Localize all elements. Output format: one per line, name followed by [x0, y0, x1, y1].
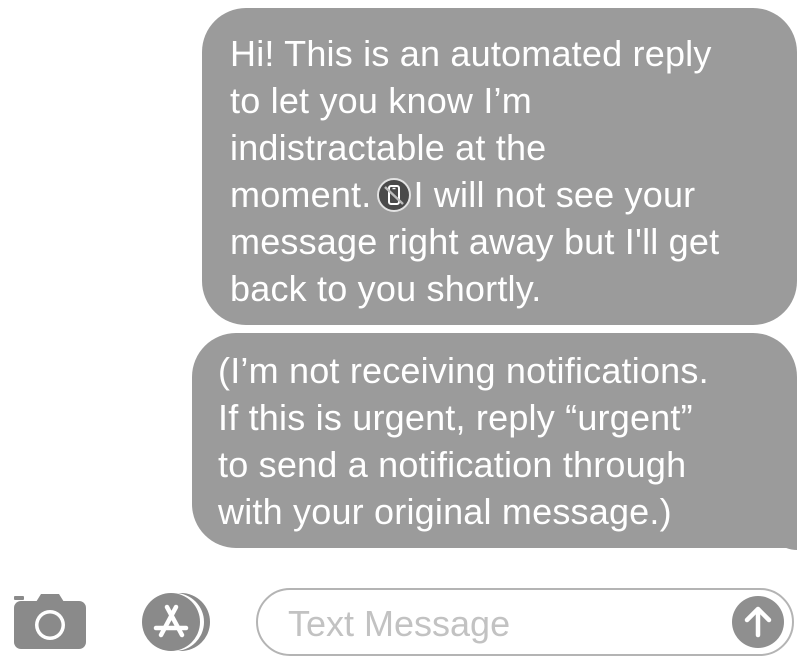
phone-crossed-out-icon	[377, 178, 412, 212]
message-line-with-icon: moment. I will not see your	[230, 171, 781, 218]
message-input-placeholder: Text Message	[288, 603, 511, 644]
message-line: (I’m not receiving notifications.	[218, 350, 709, 391]
message-line-text: moment.	[230, 174, 372, 215]
message-line: to send a notification through	[218, 444, 687, 485]
camera-icon	[14, 594, 86, 649]
message-line: with your original message.)	[218, 491, 672, 532]
message-bubble-urgent-info[interactable]: (I’m not receiving notifications. If thi…	[192, 333, 797, 548]
message-input[interactable]: Text Message	[256, 588, 794, 656]
send-button[interactable]	[732, 596, 784, 648]
message-bubble-auto-reply[interactable]: Hi! This is an automated reply to let yo…	[202, 8, 797, 325]
app-store-icon	[142, 593, 210, 651]
arrow-up-icon	[744, 606, 772, 638]
app-store-button[interactable]	[134, 591, 214, 653]
camera-button[interactable]	[14, 592, 86, 650]
message-line: Hi! This is an automated reply	[230, 33, 712, 74]
message-line: message right away but I'll get	[230, 221, 720, 262]
message-line: If this is urgent, reply “urgent”	[218, 397, 693, 438]
message-line: indistractable at the	[230, 127, 547, 168]
message-line-text: I will not see your	[413, 174, 696, 215]
message-line: to let you know I’m	[230, 80, 532, 121]
message-line: back to you shortly.	[230, 268, 542, 309]
